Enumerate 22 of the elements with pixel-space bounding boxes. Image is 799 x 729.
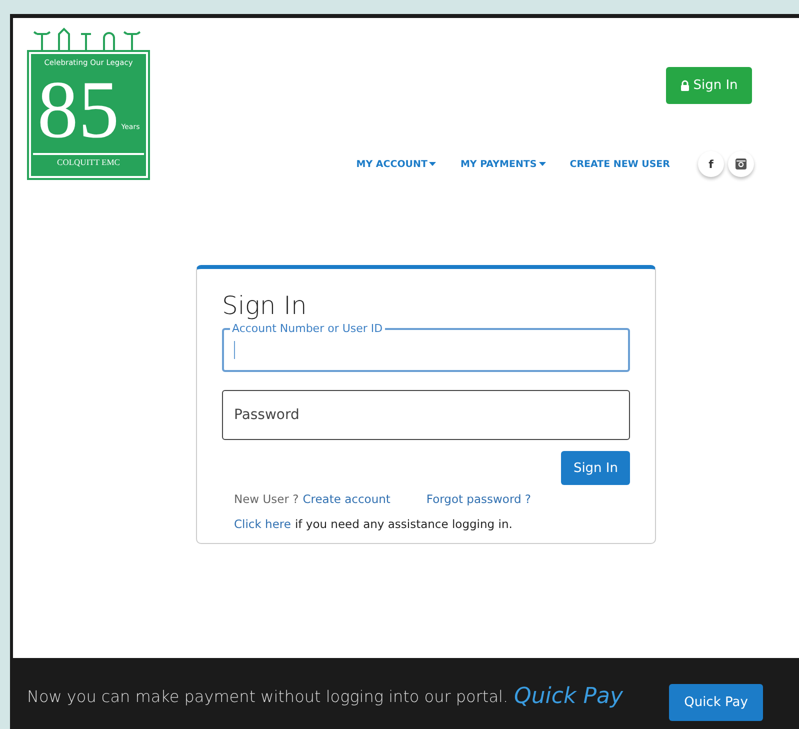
quick-pay-button[interactable]: Quick Pay (669, 684, 763, 721)
quick-pay-heading: Quick Pay (514, 684, 623, 709)
card-title: Sign In (222, 291, 308, 320)
lock-icon (680, 80, 690, 91)
submit-button[interactable]: Sign In (561, 451, 630, 485)
new-user-text: New User ? (234, 492, 299, 506)
password-field[interactable]: Password (222, 390, 630, 440)
logo-number: 85 (37, 67, 120, 153)
camera-icon (735, 158, 747, 170)
instagram-link[interactable] (728, 151, 754, 177)
help-link[interactable]: Click here (234, 517, 291, 531)
nav-link[interactable]: MY PAYMENTS (460, 158, 546, 170)
account-field[interactable]: Account Number or User ID (222, 322, 630, 372)
sign-in-button[interactable]: Sign In (666, 67, 752, 104)
forgot-password-link[interactable]: Forgot password ? (426, 492, 532, 506)
facebook-link[interactable]: f (698, 151, 724, 177)
logo-name: COLQUITT EMC (33, 153, 144, 167)
help-text: if you need any assistance logging in. (294, 517, 512, 531)
nav-link[interactable]: CREATE NEW USER (570, 158, 670, 170)
nav-link[interactable]: MY ACCOUNT (356, 158, 436, 170)
footer-text: Now you can make payment without logging into our portal. (27, 687, 508, 706)
create-account-link[interactable]: Create account (302, 492, 390, 506)
